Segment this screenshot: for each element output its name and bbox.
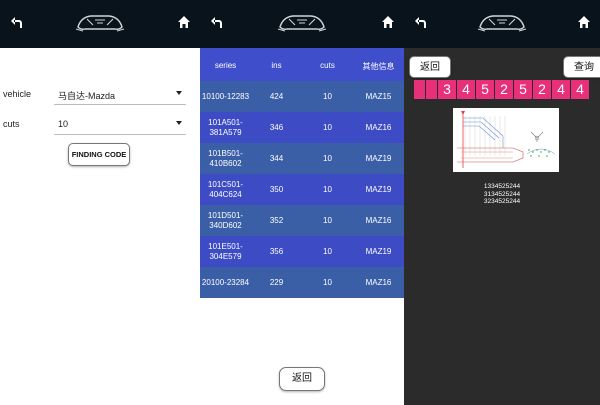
cell-cuts: 10 — [323, 216, 332, 225]
key-cut-diagram — [453, 108, 559, 172]
table-row[interactable]: 101D501- 340D602 352 10 MAZ16 — [200, 205, 404, 236]
table-row[interactable]: 101B501- 410B602 344 10 MAZ19 — [200, 143, 404, 174]
cell-cuts: 10 — [323, 92, 332, 101]
header-ins: ins — [271, 61, 282, 70]
cut-depth-cell — [414, 80, 425, 99]
table-header: series ins cuts 其他信息 — [200, 48, 404, 81]
cell-cuts: 10 — [323, 247, 332, 256]
back-button[interactable]: 返回 — [279, 367, 325, 391]
cell-series: 101A501- 381A579 — [208, 118, 243, 137]
cell-series: 101B501- 410B602 — [208, 149, 243, 168]
cuts-dropdown[interactable]: 10 — [54, 113, 186, 135]
cuts-dropdown-value: 10 — [58, 119, 69, 129]
cut-depth-cell: 4 — [571, 80, 589, 99]
cell-series: 101D501- 340D602 — [207, 211, 244, 230]
home-icon[interactable] — [177, 15, 191, 29]
cell-cuts: 10 — [323, 154, 332, 163]
key-code: 3234525244 — [483, 198, 521, 205]
cell-ins: 229 — [269, 278, 284, 287]
cell-cuts: 10 — [323, 123, 332, 132]
dropdown-caret-icon — [176, 91, 182, 95]
table-row[interactable]: 101A501- 381A579 346 10 MAZ16 — [200, 112, 404, 143]
cell-ins: 346 — [269, 123, 284, 132]
table-row[interactable]: 101E501- 304E579 356 10 MAZ19 — [200, 236, 404, 267]
cut-depth-cell: 2 — [533, 80, 551, 99]
cell-series: 20100-23284 — [201, 278, 250, 287]
cell-series: 101E501- 304E579 — [208, 242, 243, 261]
cell-ins: 350 — [269, 185, 284, 194]
cell-other-info: MAZ19 — [365, 247, 392, 256]
cell-other-info: MAZ19 — [365, 154, 392, 163]
top-bar — [200, 0, 404, 48]
cut-depth-cell: 4 — [552, 80, 570, 99]
back-arrow-icon[interactable] — [209, 14, 225, 30]
home-icon[interactable] — [577, 15, 591, 29]
header-cuts: cuts — [320, 61, 335, 70]
cuts-label: cuts — [3, 119, 20, 129]
car-logo-icon — [477, 15, 527, 32]
cell-ins: 356 — [269, 247, 284, 256]
cell-other-info: MAZ16 — [365, 216, 392, 225]
cell-cuts: 10 — [323, 185, 332, 194]
back-arrow-icon[interactable] — [9, 14, 25, 30]
header-series: series — [214, 61, 237, 70]
table-row[interactable]: 20100-23284 229 10 MAZ16 — [200, 267, 404, 298]
series-table-panel: series ins cuts 其他信息 10100-12283 424 10 MAZ… — [200, 0, 404, 405]
cut-depth-cell — [426, 80, 437, 99]
vehicle-dropdown-value: 马自达-Mazda — [58, 91, 116, 101]
home-icon[interactable] — [381, 15, 395, 29]
query-button[interactable]: 查询 — [563, 56, 600, 78]
cut-depth-cell: 5 — [514, 80, 532, 99]
car-logo-icon — [75, 15, 125, 32]
cell-other-info: MAZ19 — [365, 185, 392, 194]
table-row[interactable]: 10100-12283 424 10 MAZ15 — [200, 81, 404, 112]
cut-depth-cell: 3 — [438, 80, 456, 99]
dropdown-caret-icon — [176, 121, 182, 125]
key-code: 1334525244 — [483, 183, 521, 190]
cell-series: 101C501- 404C624 — [207, 180, 244, 199]
cell-ins: 352 — [269, 216, 284, 225]
cell-cuts: 10 — [323, 278, 332, 287]
car-logo-icon — [277, 15, 327, 32]
key-code: 3134525244 — [483, 190, 521, 198]
top-bar — [404, 0, 600, 48]
vehicle-select-panel: vehicle 马自达-Mazda cuts 10 FINDING CODE — [0, 0, 200, 405]
cut-depth-cell: 5 — [476, 80, 494, 99]
cut-depth-cell: 4 — [457, 80, 475, 99]
table-row[interactable]: 101C501- 404C624 350 10 MAZ19 — [200, 174, 404, 205]
header-other-info: 其他信息 — [362, 62, 395, 71]
cell-ins: 344 — [269, 154, 284, 163]
key-cut-panel: 返回 查询 34525244 1334525244 3134525244 32345… — [404, 0, 600, 405]
cell-ins: 424 — [269, 92, 284, 101]
cell-other-info: MAZ15 — [365, 92, 392, 101]
cell-series: 10100-12283 — [201, 92, 250, 101]
back-arrow-icon[interactable] — [413, 14, 429, 30]
back-button[interactable]: 返回 — [409, 56, 451, 78]
cell-other-info: MAZ16 — [365, 278, 392, 287]
vehicle-label: vehicle — [3, 89, 32, 99]
vehicle-dropdown[interactable]: 马自达-Mazda — [54, 83, 186, 105]
finding-code-button[interactable]: FINDING CODE — [68, 143, 130, 166]
top-bar — [0, 0, 200, 48]
cell-other-info: MAZ16 — [365, 123, 392, 132]
cut-depth-cell: 2 — [495, 80, 513, 99]
